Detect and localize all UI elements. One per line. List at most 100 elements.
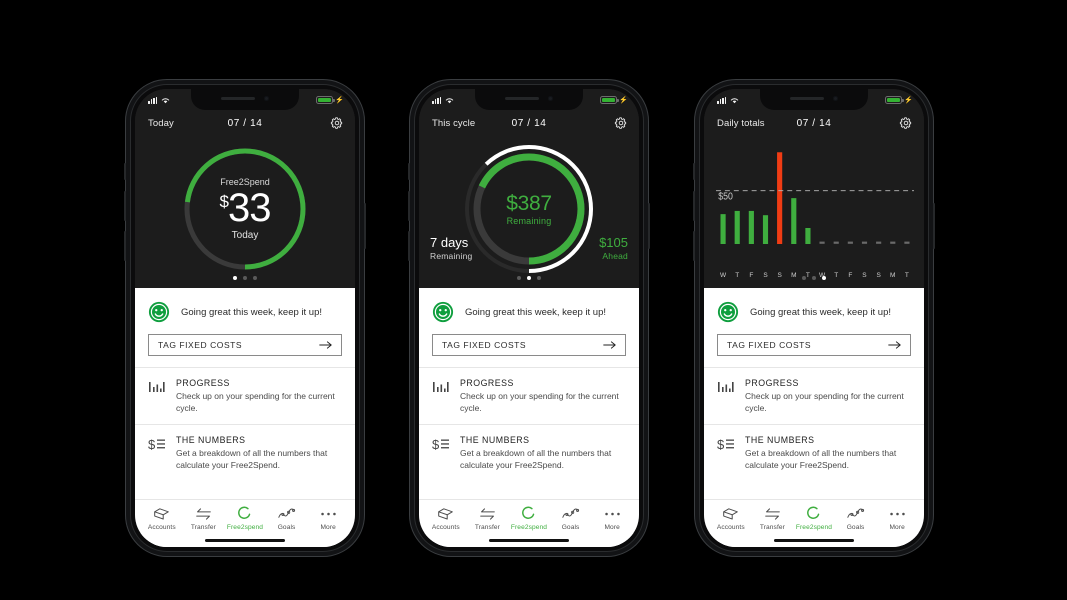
row-the-numbers[interactable]: $ THE NUMBERS Get a breakdown of all the…	[704, 424, 924, 481]
row-numbers-text: THE NUMBERS Get a breakdown of all the n…	[460, 435, 626, 471]
bolt-icon: ⚡	[335, 96, 344, 104]
arrow-right-icon	[888, 341, 901, 349]
phone-today: ⚡ Today 07 / 14 Free2Spend $ 33 Today Go…	[124, 85, 366, 551]
home-indicator[interactable]	[135, 533, 355, 547]
chart-bar[interactable]	[748, 210, 754, 244]
tab-free2spend[interactable]: Free2spend	[225, 506, 265, 531]
greeting-text: Going great this week, keep it up!	[750, 306, 891, 318]
page-dot-1[interactable]	[802, 276, 806, 280]
chart-x-label: T	[904, 272, 909, 279]
chart-bar[interactable]	[876, 241, 882, 244]
free2spend-ring: Free2Spend $33 Today	[179, 143, 311, 275]
tab-more[interactable]: More	[308, 506, 348, 531]
tab-label: Transfer	[474, 524, 500, 531]
phone-screen-today: ⚡ Today 07 / 14 Free2Spend $ 33 Today Go…	[135, 89, 355, 547]
page-dot-3[interactable]	[537, 276, 541, 280]
free2spend-icon	[806, 506, 821, 521]
row-progress[interactable]: PROGRESS Check up on your spending for t…	[135, 367, 355, 424]
page-dot-1[interactable]	[517, 276, 521, 280]
screenshot-stage: ⚡ Today 07 / 14 Free2Spend $ 33 Today Go…	[0, 0, 1067, 600]
currency-symbol: $	[219, 191, 230, 211]
arrow-right-icon	[319, 341, 332, 349]
row-title: PROGRESS	[176, 378, 230, 388]
content-sheet: Going great this week, keep it up! TAG F…	[135, 288, 355, 547]
tab-goals[interactable]: Goals	[267, 506, 307, 531]
page-dots[interactable]	[517, 276, 541, 280]
phone-power-button	[933, 203, 935, 249]
page-dot-2[interactable]	[527, 276, 531, 280]
battery-icon	[600, 96, 619, 104]
tab-label: Goals	[561, 524, 580, 531]
amount-value: 33	[227, 185, 271, 230]
chart-bar[interactable]	[833, 241, 839, 244]
chart-bar[interactable]	[805, 228, 811, 244]
ring-amount-sub: Remaining	[506, 215, 552, 226]
chart-bar[interactable]	[904, 241, 910, 244]
phone-volume-down	[693, 231, 695, 261]
row-desc: Get a breakdown of all the numbers that …	[176, 448, 328, 471]
tab-more[interactable]: More	[877, 506, 917, 531]
tab-accounts[interactable]: Accounts	[142, 506, 182, 531]
row-progress[interactable]: PROGRESS Check up on your spending for t…	[704, 367, 924, 424]
chart-bar[interactable]	[777, 152, 783, 244]
page-dot-2[interactable]	[812, 276, 816, 280]
tab-transfer[interactable]: Transfer	[183, 506, 223, 531]
bolt-icon: ⚡	[619, 96, 628, 104]
page-dot-2[interactable]	[243, 276, 247, 280]
tab-free2spend[interactable]: Free2spend	[794, 506, 834, 531]
page-dot-3[interactable]	[822, 276, 826, 280]
stat-ahead: $105 Ahead	[599, 235, 628, 262]
stat-label: Ahead	[602, 251, 628, 262]
row-the-numbers[interactable]: $ THE NUMBERS Get a breakdown of all the…	[419, 424, 639, 481]
tab-more[interactable]: More	[592, 506, 632, 531]
stat-value: $105	[599, 235, 628, 251]
gear-icon[interactable]	[330, 116, 344, 130]
chart-bar[interactable]	[890, 241, 896, 244]
row-title: THE NUMBERS	[460, 435, 530, 446]
chart-bar[interactable]	[720, 214, 726, 244]
page-dots[interactable]	[233, 276, 257, 280]
tag-fixed-costs-button[interactable]: TAG FIXED COSTS	[717, 334, 911, 356]
tab-label: More	[604, 524, 620, 531]
tab-bar: Accounts Transfer Free2spend Goals More	[135, 499, 355, 533]
chart-bar[interactable]	[847, 241, 853, 244]
chart-bar[interactable]	[819, 241, 825, 244]
header-label: Daily totals	[717, 117, 765, 129]
tab-bar: Accounts Transfer Free2spend Goals More	[704, 499, 924, 533]
chart-bar[interactable]	[734, 210, 740, 244]
tag-fixed-costs-button[interactable]: TAG FIXED COSTS	[148, 334, 342, 356]
tab-transfer[interactable]: Transfer	[467, 506, 507, 531]
chart-bar[interactable]	[791, 198, 797, 244]
gear-icon[interactable]	[899, 116, 913, 130]
row-desc: Check up on your spending for the curren…	[176, 391, 335, 413]
tab-accounts[interactable]: Accounts	[426, 506, 466, 531]
tab-goals[interactable]: Goals	[551, 506, 591, 531]
tab-accounts[interactable]: Accounts	[711, 506, 751, 531]
chart-bar[interactable]	[762, 215, 769, 244]
row-title: PROGRESS	[745, 378, 799, 388]
page-dot-1[interactable]	[233, 276, 237, 280]
tag-fixed-costs-button[interactable]: TAG FIXED COSTS	[432, 334, 626, 356]
page-dots[interactable]	[802, 276, 826, 280]
page-dot-3[interactable]	[253, 276, 257, 280]
battery-icon	[885, 96, 904, 104]
chart-bar[interactable]	[861, 241, 868, 244]
gear-icon[interactable]	[614, 116, 628, 130]
tab-label: Goals	[277, 524, 296, 531]
row-the-numbers[interactable]: $ THE NUMBERS Get a breakdown of all the…	[135, 424, 355, 481]
row-progress[interactable]: PROGRESS Check up on your spending for t…	[419, 367, 639, 424]
wifi-icon	[446, 97, 454, 103]
row-desc: Check up on your spending for the curren…	[460, 391, 619, 413]
tab-goals[interactable]: Goals	[836, 506, 876, 531]
home-indicator[interactable]	[704, 533, 924, 547]
tab-transfer[interactable]: Transfer	[752, 506, 792, 531]
home-indicator[interactable]	[419, 533, 639, 547]
earpiece-speaker	[221, 96, 255, 100]
phone-volume-up	[408, 191, 410, 221]
content-sheet: Going great this week, keep it up! TAG F…	[419, 288, 639, 547]
tab-free2spend[interactable]: Free2spend	[509, 506, 549, 531]
dollar-list-icon: $	[148, 435, 166, 471]
smiley-icon	[717, 301, 739, 323]
smiley-icon	[148, 301, 170, 323]
bar-chart-icon	[717, 378, 735, 414]
